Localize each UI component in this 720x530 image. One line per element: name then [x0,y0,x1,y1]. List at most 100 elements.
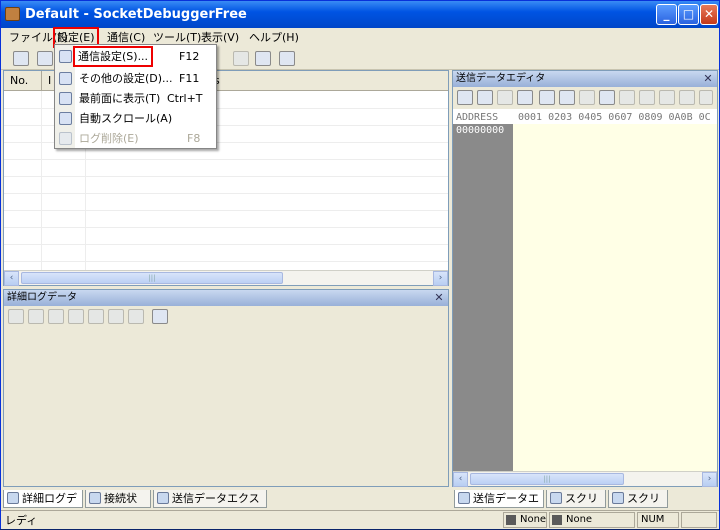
settings-dropdown-menu: 通信設定(S)... F12 その他の設定(D)... F11 最前面に表示(T… [54,44,217,149]
save-icon[interactable] [255,51,271,66]
menu-item-delete-log[interactable]: ログ削除(E) F8 [55,129,216,149]
row-line [4,176,448,177]
editor-hscrollbar[interactable]: ‹ ||| › [453,471,717,487]
tab-connection-status[interactable]: 接続状況 [85,490,151,522]
menu-item-other-settings-shortcut: F11 [179,72,200,85]
menu-item-auto-scroll[interactable]: 自動スクロール(A) [55,109,216,129]
column-no[interactable]: No. [4,71,42,91]
connect-icon[interactable] [13,51,29,66]
close-icon[interactable]: ✕ [433,290,445,306]
menu-item-comm-settings[interactable]: 通信設定(S)... F12 [55,46,216,67]
menu-item-always-on-top[interactable]: 最前面に表示(T) Ctrl+T [55,89,216,109]
scroll-right-arrow[interactable]: › [433,271,448,286]
status-connection-2: None [549,512,635,528]
title-bar: Default - SocketDebuggerFree _ □ ✕ [1,1,719,28]
grid-icon[interactable] [108,309,124,324]
comm-settings-icon [59,50,72,63]
toolbar-icon-a[interactable] [233,51,249,66]
save-icon[interactable] [8,309,24,324]
search-icon[interactable] [48,309,64,324]
menu-item-comm-settings-shortcut: F12 [179,50,200,63]
image-icon[interactable] [539,90,555,105]
maximize-button[interactable]: □ [678,4,699,25]
copy-icon[interactable] [28,309,44,324]
detail-log-panel: 詳細ログデータ ✕ [3,289,449,487]
status-empty [681,512,717,528]
redo-icon[interactable] [639,90,655,105]
menu-item-delete-log-shortcut: F8 [187,132,201,145]
close-icon[interactable]: ✕ [702,71,714,87]
scroll-right-arrow[interactable]: › [702,472,717,487]
undo-icon[interactable] [619,90,635,105]
detail-log-title-text: 詳細ログデータ [7,292,77,303]
status-indicator-icon [552,515,562,525]
row-line [4,193,448,194]
byte-headers: 0001 0203 0405 0607 0809 0A0B 0C [518,112,711,123]
row-line [4,261,448,262]
search-icon[interactable] [559,90,575,105]
save-icon[interactable] [497,90,513,105]
status-num: NUM [637,512,679,528]
address-column [453,111,513,471]
settings-icon[interactable] [152,309,168,324]
detail-toolbar [4,306,448,328]
scroll-thumb[interactable]: ||| [21,272,283,284]
status-connection-2-text: None [566,514,593,525]
status-connection-1: None [503,512,547,528]
refresh-icon[interactable] [599,90,615,105]
status-ready: レディ [5,514,38,527]
script-icon [550,492,562,504]
menu-item-auto-scroll-label: 自動スクロール(A) [79,112,173,125]
scroll-left-arrow[interactable]: ‹ [453,472,468,487]
menu-item-always-on-top-label: 最前面に表示(T) [79,92,161,105]
open-folder-icon[interactable] [477,90,493,105]
refresh-icon[interactable] [88,309,104,324]
menu-item-comm-settings-label: 通信設定(S)... [72,46,154,67]
main-window: Default - SocketDebuggerFree _ □ ✕ ファイル(… [0,0,720,529]
menu-item-other-settings-label: その他の設定(D)... [79,72,173,85]
detail-log-title: 詳細ログデータ ✕ [4,290,448,306]
tab-script2[interactable]: スクリプト2 [608,490,668,522]
first-address: 00000000 [456,125,505,136]
comment-icon[interactable] [279,51,295,66]
log-hscrollbar[interactable]: ‹ ||| › [4,270,448,286]
right-tab-strip: 送信データエディタ スクリプト1 スクリプト2 [452,489,718,522]
row-line [4,159,448,160]
grid-icon[interactable] [659,90,675,105]
editor-icon [458,492,470,504]
hex-data-area[interactable] [513,124,717,471]
menu-help[interactable]: ヘルプ(H) [247,30,301,46]
row-line [4,227,448,228]
paste-icon[interactable] [128,309,144,324]
cut-icon[interactable] [699,90,713,105]
left-tab-strip: 詳細ログデータ 接続状況 送信データエクスプローラ [3,489,449,522]
status-indicator-icon [506,515,516,525]
tab-send-editor[interactable]: 送信データエディタ [454,490,544,522]
menu-item-other-settings[interactable]: その他の設定(D)... F11 [55,69,216,89]
log-icon [7,492,19,504]
record-icon[interactable] [68,309,84,324]
window-title: Default - SocketDebuggerFree [25,7,247,22]
settings-icon[interactable] [37,51,53,66]
new-file-icon[interactable] [457,90,473,105]
minimize-button[interactable]: _ [656,4,677,25]
tab-script1[interactable]: スクリプト1 [546,490,606,522]
autoscroll-icon [59,112,72,125]
menu-item-always-on-top-shortcut: Ctrl+T [167,92,203,105]
record-icon[interactable] [579,90,595,105]
paste-icon[interactable] [679,90,695,105]
send-editor-panel: 送信データエディタ ✕ ADDRESS 0001 0203 0405 0607 … [452,70,718,487]
status-connection-1-text: None [520,514,547,525]
save-as-icon[interactable] [517,90,533,105]
pin-icon [59,92,72,105]
network-icon [89,492,101,504]
scroll-thumb[interactable]: ||| [470,473,624,485]
app-icon [5,7,20,21]
delete-log-icon [59,132,72,145]
scroll-left-arrow[interactable]: ‹ [4,271,19,286]
tab-detail-log[interactable]: 詳細ログデータ [3,490,83,522]
row-line [4,244,448,245]
tab-send-data-explorer[interactable]: 送信データエクスプローラ [153,490,267,522]
script-icon [612,492,624,504]
close-button[interactable]: ✕ [700,4,718,25]
